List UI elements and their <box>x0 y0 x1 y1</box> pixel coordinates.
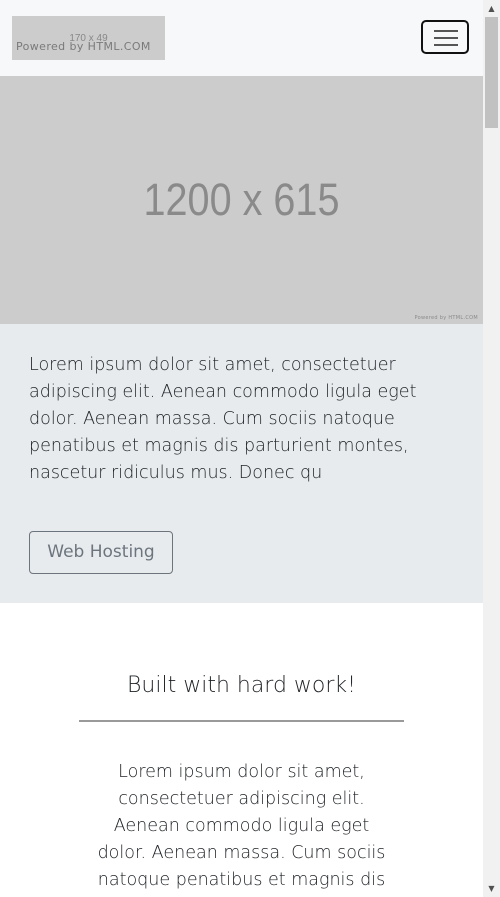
page-scrollbar[interactable]: ▲ ▼ <box>483 0 500 897</box>
scroll-down-arrow-icon[interactable]: ▼ <box>483 880 500 897</box>
navbar: 170 x 49 Powered by HTML.COM <box>0 0 483 76</box>
web-hosting-button[interactable]: Web Hosting <box>29 531 173 574</box>
logo-credit: Powered by HTML.COM <box>16 40 151 53</box>
hamburger-bar <box>434 37 458 39</box>
intro-text: Lorem ipsum dolor sit amet, consectetuer… <box>29 355 417 483</box>
hero-credit: Powered by HTML.COM <box>414 315 478 321</box>
navbar-toggle-button[interactable] <box>421 20 469 54</box>
scroll-up-arrow-icon[interactable]: ▲ <box>483 0 500 17</box>
site-logo[interactable]: 170 x 49 Powered by HTML.COM <box>12 16 165 60</box>
built-section: Built with hard work! Lorem ipsum dolor … <box>0 603 483 897</box>
scrollbar-thumb[interactable] <box>485 17 498 128</box>
built-text: Lorem ipsum dolor sit amet, consectetuer… <box>97 762 386 890</box>
hamburger-bar <box>434 30 458 32</box>
page: 170 x 49 Powered by HTML.COM 1200 x 615 … <box>0 0 483 897</box>
section-divider <box>79 720 404 722</box>
hero-dimensions-label: 1200 x 615 <box>143 174 340 225</box>
hero-image: 1200 x 615 Powered by HTML.COM <box>0 76 483 324</box>
built-heading: Built with hard work! <box>127 673 356 698</box>
hamburger-bar <box>434 44 458 46</box>
intro-section: Lorem ipsum dolor sit amet, consectetuer… <box>0 324 483 603</box>
